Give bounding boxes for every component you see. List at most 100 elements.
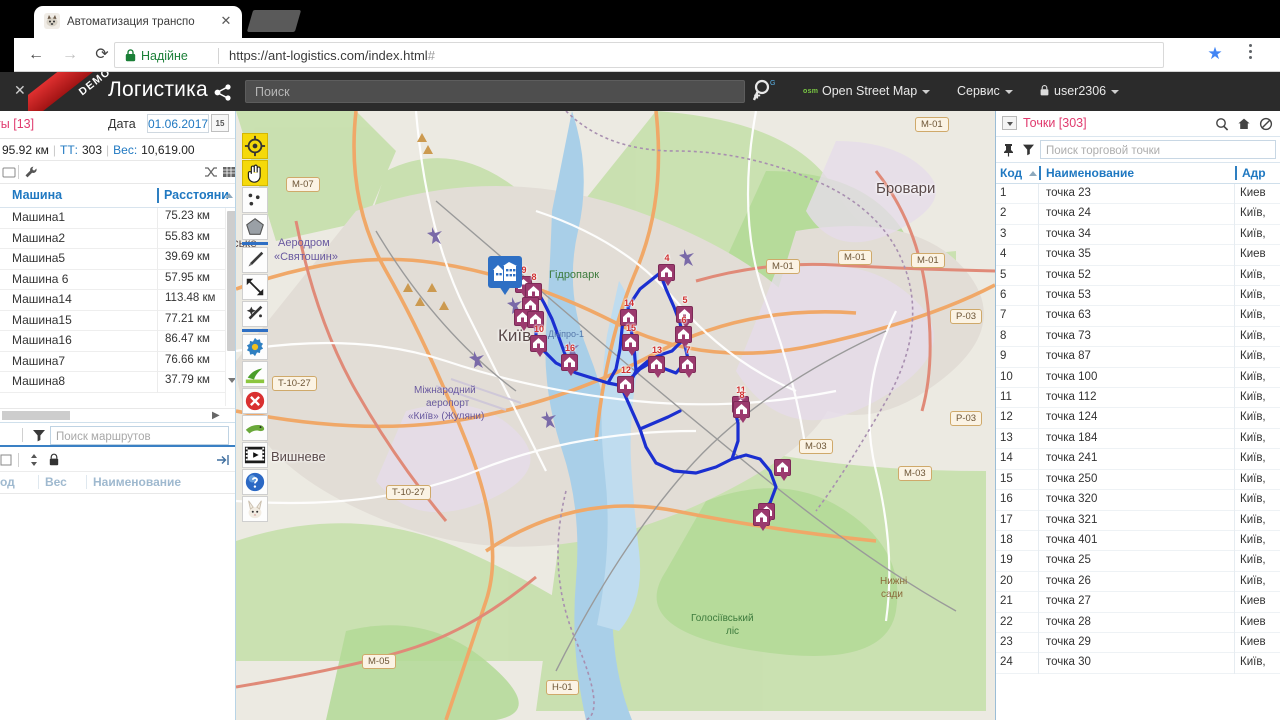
route-point-marker[interactable] bbox=[753, 509, 770, 531]
table-row[interactable]: Машина7 76.66 км bbox=[0, 351, 235, 372]
new-tab-button[interactable] bbox=[246, 10, 302, 32]
global-search-box[interactable] bbox=[245, 80, 745, 103]
table-row[interactable]: 23 точка 29 Киев bbox=[996, 632, 1280, 654]
chevron-down-icon[interactable] bbox=[1002, 116, 1017, 130]
block-icon[interactable] bbox=[1259, 117, 1273, 131]
filter-icon[interactable] bbox=[1022, 143, 1035, 156]
table-row[interactable]: 12 точка 124 Київ, bbox=[996, 408, 1280, 429]
route-point-marker[interactable] bbox=[774, 459, 791, 481]
table-row[interactable]: 11 точка 112 Київ, bbox=[996, 388, 1280, 409]
polygon-tool-icon[interactable] bbox=[242, 214, 268, 240]
table-row[interactable]: 14 точка 241 Київ, bbox=[996, 449, 1280, 470]
machine-table-scrollbar[interactable] bbox=[225, 208, 235, 406]
help-tool-icon[interactable] bbox=[242, 469, 268, 495]
table-row[interactable]: 4 точка 35 Киев bbox=[996, 245, 1280, 266]
table-row[interactable]: 5 точка 52 Київ, bbox=[996, 265, 1280, 287]
table-row[interactable]: 24 точка 30 Київ, bbox=[996, 653, 1280, 674]
pin-icon[interactable] bbox=[1002, 143, 1015, 157]
menu-user[interactable]: user2306 bbox=[1040, 84, 1120, 98]
table-row[interactable]: Машина2 55.83 км bbox=[0, 228, 235, 249]
table-row[interactable]: 6 точка 53 Київ, bbox=[996, 286, 1280, 307]
settings-gear-icon[interactable] bbox=[242, 334, 268, 360]
scroll-down-icon[interactable] bbox=[228, 378, 235, 383]
close-icon[interactable]: ✕ bbox=[219, 14, 233, 28]
forward-icon[interactable]: → bbox=[60, 45, 80, 65]
route-point-marker[interactable]: 12 bbox=[617, 365, 634, 398]
filter-icon[interactable] bbox=[32, 428, 46, 442]
toolbar-first-icon[interactable] bbox=[2, 165, 18, 181]
address-bar[interactable]: Надійне https://ant-logistics.com/index.… bbox=[114, 42, 1164, 68]
table-row[interactable]: Машина16 86.47 км bbox=[0, 331, 235, 352]
magic-tool-icon[interactable] bbox=[242, 301, 268, 327]
hand-tool-icon[interactable] bbox=[242, 160, 268, 186]
calendar-icon[interactable]: 15 bbox=[211, 114, 229, 132]
route-point-marker[interactable]: 7 bbox=[679, 345, 696, 378]
target-tool-icon[interactable] bbox=[242, 133, 268, 159]
table-row[interactable]: Машина5 39.69 км bbox=[0, 249, 235, 270]
route-point-marker[interactable]: 13 bbox=[648, 345, 665, 378]
table-row[interactable]: 3 точка 34 Київ, bbox=[996, 224, 1280, 246]
table-row[interactable]: 17 точка 321 Київ, bbox=[996, 510, 1280, 531]
table-row[interactable]: 20 точка 26 Київ, bbox=[996, 571, 1280, 593]
scrollbar-thumb[interactable] bbox=[227, 211, 235, 351]
table-row[interactable]: Машина1 75.23 км bbox=[0, 208, 235, 229]
orders-first-icon[interactable] bbox=[0, 453, 16, 469]
table-row[interactable]: 16 точка 320 Київ, bbox=[996, 490, 1280, 511]
table-row[interactable]: Машина15 77.21 км bbox=[0, 310, 235, 331]
app-close-icon[interactable]: ✕ bbox=[14, 83, 26, 97]
route-search-input[interactable] bbox=[51, 428, 228, 446]
points-search-input[interactable] bbox=[1041, 142, 1275, 160]
collapse-right-icon[interactable] bbox=[216, 453, 232, 469]
reload-icon[interactable]: ⟳ bbox=[92, 45, 112, 65]
column-header-address[interactable]: Адр bbox=[1242, 166, 1266, 180]
table-row[interactable]: 21 точка 27 Киев bbox=[996, 592, 1280, 613]
column-header-distance[interactable]: Расстояни bbox=[164, 188, 229, 202]
hscroll-right-icon[interactable]: ▶ bbox=[212, 410, 220, 421]
home-icon[interactable] bbox=[1237, 117, 1251, 131]
column-header-code[interactable]: Код bbox=[1000, 166, 1022, 180]
table-row[interactable]: 15 точка 250 Київ, bbox=[996, 469, 1280, 491]
date-field[interactable]: 01.06.2017 bbox=[147, 114, 209, 133]
route-point-marker[interactable]: 4 bbox=[658, 253, 675, 286]
play-film-icon[interactable] bbox=[242, 442, 268, 468]
menu-map-source[interactable]: Open Street Map bbox=[822, 84, 931, 98]
points-tool-icon[interactable] bbox=[242, 187, 268, 213]
pen-tool-icon[interactable] bbox=[242, 247, 268, 273]
table-row[interactable]: Машина 6 57.95 км bbox=[0, 269, 235, 290]
depot-marker[interactable] bbox=[488, 256, 522, 296]
sort-updown-icon[interactable] bbox=[28, 453, 44, 469]
share-icon[interactable] bbox=[214, 84, 232, 101]
table-row[interactable]: Машина14 113.48 км bbox=[0, 290, 235, 311]
table-row[interactable]: 8 точка 73 Київ, bbox=[996, 326, 1280, 348]
lock-icon[interactable] bbox=[48, 453, 64, 469]
search-icon[interactable] bbox=[1215, 117, 1229, 131]
move-tool-icon[interactable] bbox=[242, 274, 268, 300]
bookmark-star-icon[interactable]: ★ bbox=[1206, 45, 1224, 63]
export-tool-icon[interactable] bbox=[242, 361, 268, 387]
search-input[interactable] bbox=[246, 81, 744, 102]
browser-tab[interactable]: Автоматизация транспо ✕ bbox=[34, 6, 242, 38]
table-row[interactable]: 1 точка 23 Киев bbox=[996, 184, 1280, 205]
hscroll-thumb[interactable] bbox=[2, 411, 70, 420]
table-row[interactable]: 9 точка 87 Київ, bbox=[996, 347, 1280, 368]
table-row[interactable]: 13 точка 184 Київ, bbox=[996, 428, 1280, 450]
table-row[interactable]: 19 точка 25 Київ, bbox=[996, 551, 1280, 572]
column-header-weight[interactable]: Вес bbox=[45, 475, 67, 489]
shuffle-icon[interactable] bbox=[204, 165, 220, 181]
menu-service[interactable]: Сервис bbox=[957, 84, 1013, 98]
route-point-marker[interactable]: 8 bbox=[733, 390, 750, 423]
table-row[interactable]: 22 точка 28 Киев bbox=[996, 612, 1280, 633]
route-point-marker[interactable]: 15 bbox=[622, 323, 639, 356]
table-row[interactable]: 7 точка 63 Київ, bbox=[996, 306, 1280, 327]
delete-tool-icon[interactable] bbox=[242, 388, 268, 414]
column-header-name[interactable]: Наименование bbox=[93, 475, 181, 489]
column-header-code[interactable]: од bbox=[0, 475, 15, 489]
route-point-marker[interactable]: 16 bbox=[561, 343, 578, 376]
column-header-name[interactable]: Наименование bbox=[1046, 166, 1134, 180]
browser-menu-icon[interactable] bbox=[1242, 44, 1258, 64]
table-row[interactable]: 18 точка 401 Київ, bbox=[996, 530, 1280, 552]
table-row[interactable]: 2 точка 24 Київ, bbox=[996, 204, 1280, 225]
wrench-icon[interactable] bbox=[24, 165, 40, 181]
dragon-tool-icon[interactable] bbox=[242, 415, 268, 441]
map-area[interactable]: M-07 M-01 M-01 M-01 M-01 P-03 P-03 M-03 M-03 T-10… bbox=[236, 111, 995, 720]
